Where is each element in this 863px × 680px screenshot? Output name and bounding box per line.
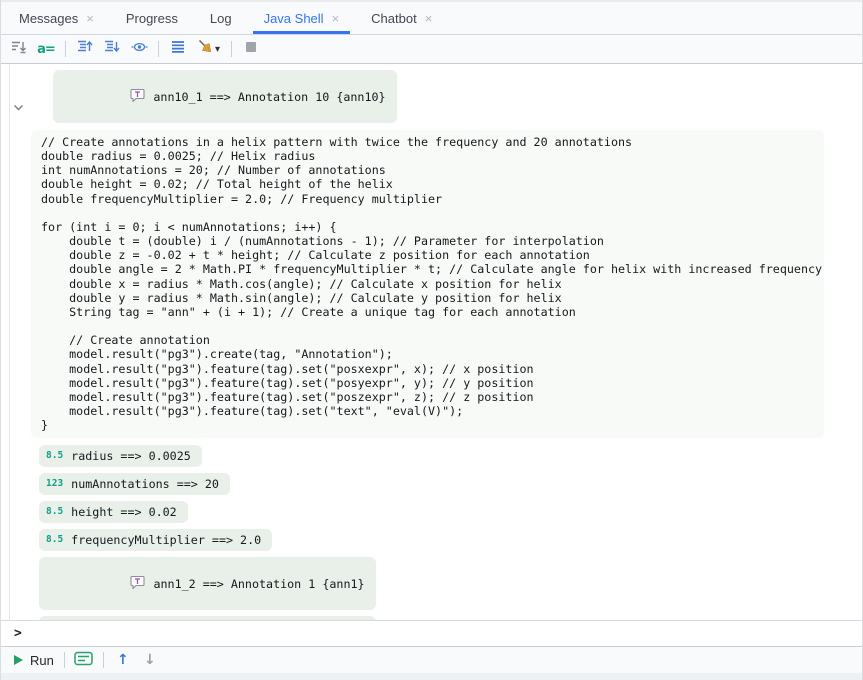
code-snippet-block: // Create annotations in a helix pattern… <box>31 130 824 438</box>
tab-label: Chatbot <box>371 11 417 26</box>
clear-console-button[interactable]: ▾ <box>196 39 221 59</box>
eye-icon <box>131 39 148 60</box>
tab-label: Java Shell <box>264 11 324 26</box>
preview-output-button[interactable] <box>130 39 148 59</box>
result-text: radius ==> 0.0025 <box>71 449 191 463</box>
show-variable-values-button[interactable]: a= <box>37 39 55 59</box>
arrow-down-icon: ↓ <box>144 653 156 667</box>
play-icon <box>14 655 23 665</box>
show-history-button[interactable] <box>169 39 187 59</box>
stop-icon <box>245 40 257 58</box>
tab-label: Messages <box>19 11 78 26</box>
tab-log[interactable]: Log <box>194 2 248 34</box>
result-text: numAnnotations ==> 20 <box>71 477 219 491</box>
result-chip: 123 numAnnotations ==> 20 <box>39 473 230 495</box>
history-previous-button[interactable]: ↑ <box>114 650 132 670</box>
editor-mode-button[interactable] <box>75 650 93 670</box>
result-text: frequencyMultiplier ==> 2.0 <box>71 533 261 547</box>
toolbar-separator <box>64 652 65 668</box>
tab-java-shell[interactable]: Java Shell × <box>248 2 356 34</box>
tab-label: Progress <box>126 11 178 26</box>
toolbar-separator <box>65 41 66 57</box>
result-chip: 8.5 height ==> 0.02 <box>39 501 188 523</box>
bottom-action-bar: Run ↑ ↓ <box>1 646 862 673</box>
close-icon[interactable]: × <box>425 12 433 25</box>
result-text: height ==> 0.02 <box>71 505 177 519</box>
console-content: ann10_1 ==> Annotation 10 {ann10} // Cre… <box>9 64 862 620</box>
result-text: ann1_2 ==> Annotation 1 {ann1} <box>153 577 364 591</box>
result-chip: ann10_1 ==> Annotation 10 {ann10} <box>53 70 397 123</box>
result-chip: 8.5 radius ==> 0.0025 <box>39 445 202 467</box>
next-command-button[interactable] <box>103 39 121 59</box>
tab-chatbot[interactable]: Chatbot × <box>355 2 448 34</box>
run-label: Run <box>30 653 54 668</box>
scroll-to-end-button[interactable] <box>10 39 28 59</box>
double-type-icon: 8.5 <box>46 505 63 519</box>
java-shell-console-window: Messages × Progress Log Java Shell × Cha… <box>0 0 863 680</box>
result-chip: 8.5 frequencyMultiplier ==> 2.0 <box>39 529 272 551</box>
code-text: // Create annotations in a helix pattern… <box>41 135 814 432</box>
double-type-icon: 8.5 <box>46 533 63 547</box>
history-down-icon <box>104 39 120 60</box>
previous-command-button[interactable] <box>76 39 94 59</box>
results-list: 8.5 radius ==> 0.0025 123 numAnnotations… <box>39 445 862 620</box>
annotation-icon <box>46 561 145 606</box>
int-type-icon: 123 <box>46 477 63 491</box>
close-icon[interactable]: × <box>86 12 94 25</box>
fold-chevron-icon[interactable] <box>13 101 24 115</box>
tab-progress[interactable]: Progress <box>110 2 194 34</box>
result-text: ann10_1 ==> Annotation 10 {ann10} <box>153 90 385 104</box>
scroll-to-end-icon <box>11 39 27 60</box>
toolbar-separator <box>158 41 159 57</box>
annotation-icon <box>60 74 145 119</box>
result-chip: ann2_2 ==> Annotation 2 {ann2} <box>39 616 376 620</box>
toolbar-separator <box>231 41 232 57</box>
list-icon <box>170 39 186 60</box>
double-type-icon: 8.5 <box>46 449 63 463</box>
tab-messages[interactable]: Messages × <box>3 2 110 34</box>
window-bottom-edge <box>1 673 862 680</box>
prompt-symbol: > <box>14 626 22 641</box>
history-next-button[interactable]: ↓ <box>141 650 159 670</box>
a-equals-icon: a= <box>37 42 55 57</box>
result-chip: ann1_2 ==> Annotation 1 {ann1} <box>39 557 376 610</box>
shell-input-row[interactable]: > <box>1 620 862 646</box>
close-icon[interactable]: × <box>332 12 340 25</box>
console-lines-icon <box>74 651 93 669</box>
run-button[interactable]: Run <box>14 653 54 668</box>
arrow-up-icon: ↑ <box>117 653 129 667</box>
stop-button[interactable] <box>242 39 260 59</box>
tab-label: Log <box>210 11 232 26</box>
history-up-icon <box>77 39 93 60</box>
console-toolbar: a= ▾ <box>1 35 862 64</box>
dropdown-caret-icon[interactable]: ▾ <box>215 44 220 55</box>
toolbar-separator <box>103 652 104 668</box>
broom-icon <box>197 39 213 60</box>
console-output-area: ann10_1 ==> Annotation 10 {ann10} // Cre… <box>1 64 862 620</box>
tool-window-tab-bar: Messages × Progress Log Java Shell × Cha… <box>1 2 862 35</box>
